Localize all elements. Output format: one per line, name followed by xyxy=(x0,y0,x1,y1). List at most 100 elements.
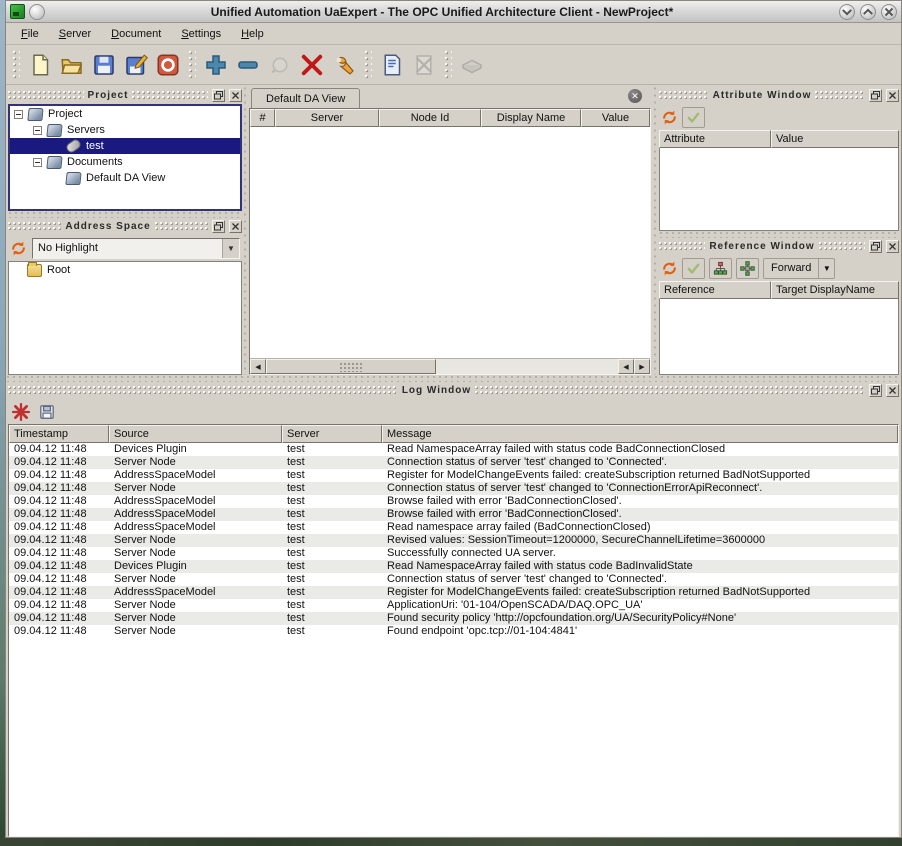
menu-server[interactable]: Server xyxy=(50,25,100,43)
log-row[interactable]: 09.04.12 11:48 Server Node test Connecti… xyxy=(9,456,898,469)
tree-item[interactable]: test xyxy=(10,138,240,154)
tree-item[interactable]: Documents xyxy=(10,154,240,170)
attribute-titlebar[interactable]: Attribute Window xyxy=(659,87,899,104)
log-row[interactable]: 09.04.12 11:48 Server Node test Connecti… xyxy=(9,482,898,495)
column-header[interactable]: Server xyxy=(282,425,382,443)
titlebar[interactable]: Unified Automation UaExpert - The OPC Un… xyxy=(6,1,901,23)
maximize-button[interactable] xyxy=(860,4,876,20)
add-document-icon[interactable] xyxy=(376,49,408,81)
close-panel-icon[interactable] xyxy=(229,89,242,102)
add-server-icon[interactable] xyxy=(200,49,232,81)
column-header[interactable]: Value xyxy=(771,130,899,148)
menu-file[interactable]: File xyxy=(12,25,48,43)
log-row[interactable]: 09.04.12 11:48 Server Node test Connecti… xyxy=(9,573,898,586)
open-project-icon[interactable] xyxy=(56,49,88,81)
reference-titlebar[interactable]: Reference Window xyxy=(659,238,899,255)
log-row[interactable]: 09.04.12 11:48 AddressSpaceModel test Br… xyxy=(9,495,898,508)
column-header[interactable]: Value xyxy=(581,109,650,127)
menu-settings[interactable]: Settings xyxy=(172,25,230,43)
log-row[interactable]: 09.04.12 11:48 Server Node test Successf… xyxy=(9,547,898,560)
float-panel-icon[interactable] xyxy=(869,89,882,102)
log-row[interactable]: 09.04.12 11:48 Devices Plugin test Read … xyxy=(9,443,898,456)
column-header[interactable]: Attribute xyxy=(659,130,771,148)
refresh-icon[interactable] xyxy=(661,109,678,126)
close-panel-icon[interactable] xyxy=(886,384,899,397)
float-panel-icon[interactable] xyxy=(212,220,225,233)
column-header[interactable]: Server xyxy=(275,109,379,127)
toolbar-handle[interactable] xyxy=(364,50,372,80)
remove-server-icon[interactable] xyxy=(232,49,264,81)
direction-select[interactable]: Forward ▼ xyxy=(763,258,835,279)
refresh-icon[interactable] xyxy=(661,260,678,277)
close-button[interactable] xyxy=(881,4,897,20)
shade-button[interactable] xyxy=(839,4,855,20)
auto-update-icon[interactable] xyxy=(682,258,705,279)
project-panel-titlebar[interactable]: Project xyxy=(8,87,242,104)
column-header[interactable]: # xyxy=(250,109,275,127)
scroll-left-icon[interactable]: ◀ xyxy=(618,359,634,374)
log-row[interactable]: 09.04.12 11:48 AddressSpaceModel test Re… xyxy=(9,469,898,482)
tree-item[interactable]: Project xyxy=(10,106,240,122)
column-header[interactable]: Source xyxy=(109,425,282,443)
tree-item-root[interactable]: Root xyxy=(9,262,241,278)
toolbar-handle[interactable] xyxy=(12,50,20,80)
refresh-icon[interactable] xyxy=(10,240,27,257)
log-row[interactable]: 09.04.12 11:48 Server Node test Revised … xyxy=(9,534,898,547)
attribute-body[interactable] xyxy=(659,148,899,231)
log-row[interactable]: 09.04.12 11:48 AddressSpaceModel test Re… xyxy=(9,586,898,599)
close-panel-icon[interactable] xyxy=(886,240,899,253)
da-view-body[interactable] xyxy=(250,127,650,358)
menu-help[interactable]: Help xyxy=(232,25,273,43)
log-row[interactable]: 09.04.12 11:48 Server Node test Found en… xyxy=(9,625,898,638)
toolbar-handle[interactable] xyxy=(444,50,452,80)
column-header[interactable]: Display Name xyxy=(481,109,581,127)
tree-item[interactable]: Servers xyxy=(10,122,240,138)
project-tree[interactable]: Project Servers test xyxy=(8,104,242,211)
address-space-tree[interactable]: Root xyxy=(8,261,242,375)
save-log-icon[interactable] xyxy=(38,403,56,421)
horizontal-splitter[interactable] xyxy=(659,231,899,238)
column-header[interactable]: Reference xyxy=(659,281,771,299)
float-panel-icon[interactable] xyxy=(869,384,882,397)
window-menu-button[interactable] xyxy=(29,4,45,20)
close-tab-icon[interactable]: ✕ xyxy=(628,89,642,103)
highlight-select[interactable]: No Highlight ▼ xyxy=(32,238,240,259)
vertical-splitter[interactable] xyxy=(652,85,659,375)
clear-log-icon[interactable] xyxy=(12,403,30,421)
toolbar-handle[interactable] xyxy=(188,50,196,80)
scroll-left-icon[interactable]: ◀ xyxy=(250,359,266,374)
expander-icon[interactable] xyxy=(33,158,42,167)
tree-item[interactable]: Default DA View xyxy=(10,170,240,186)
menu-document[interactable]: Document xyxy=(102,25,170,43)
horizontal-scrollbar[interactable]: ◀ ◀ ▶ xyxy=(250,358,650,374)
quit-icon[interactable] xyxy=(152,49,184,81)
float-panel-icon[interactable] xyxy=(212,89,225,102)
save-project-as-icon[interactable] xyxy=(120,49,152,81)
column-header[interactable]: Message xyxy=(382,425,898,443)
close-panel-icon[interactable] xyxy=(229,220,242,233)
log-row[interactable]: 09.04.12 11:48 AddressSpaceModel test Br… xyxy=(9,508,898,521)
all-references-icon[interactable] xyxy=(736,258,759,279)
auto-update-icon[interactable] xyxy=(682,107,705,128)
connect-server-icon[interactable] xyxy=(264,49,296,81)
log-row[interactable]: 09.04.12 11:48 Server Node test Applicat… xyxy=(9,599,898,612)
horizontal-splitter[interactable] xyxy=(6,375,901,382)
remove-node-icon[interactable] xyxy=(296,49,328,81)
column-header[interactable]: Target DisplayName xyxy=(771,281,899,299)
column-header[interactable]: Node Id xyxy=(379,109,481,127)
chevron-down-icon[interactable]: ▼ xyxy=(818,259,834,278)
log-row[interactable]: 09.04.12 11:48 Devices Plugin test Read … xyxy=(9,560,898,573)
log-titlebar[interactable]: Log Window xyxy=(8,382,899,399)
scrollbar-thumb[interactable] xyxy=(266,359,436,374)
tab-default-da-view[interactable]: Default DA View xyxy=(251,88,360,108)
column-header[interactable]: Timestamp xyxy=(9,425,109,443)
print-icon[interactable] xyxy=(456,49,488,81)
address-space-titlebar[interactable]: Address Space xyxy=(8,218,242,235)
hierarchical-references-icon[interactable] xyxy=(709,258,732,279)
vertical-splitter[interactable] xyxy=(242,85,249,375)
log-row[interactable]: 09.04.12 11:48 Server Node test Found se… xyxy=(9,612,898,625)
close-panel-icon[interactable] xyxy=(886,89,899,102)
new-project-icon[interactable] xyxy=(24,49,56,81)
horizontal-splitter[interactable] xyxy=(8,211,242,218)
chevron-down-icon[interactable]: ▼ xyxy=(222,239,239,258)
